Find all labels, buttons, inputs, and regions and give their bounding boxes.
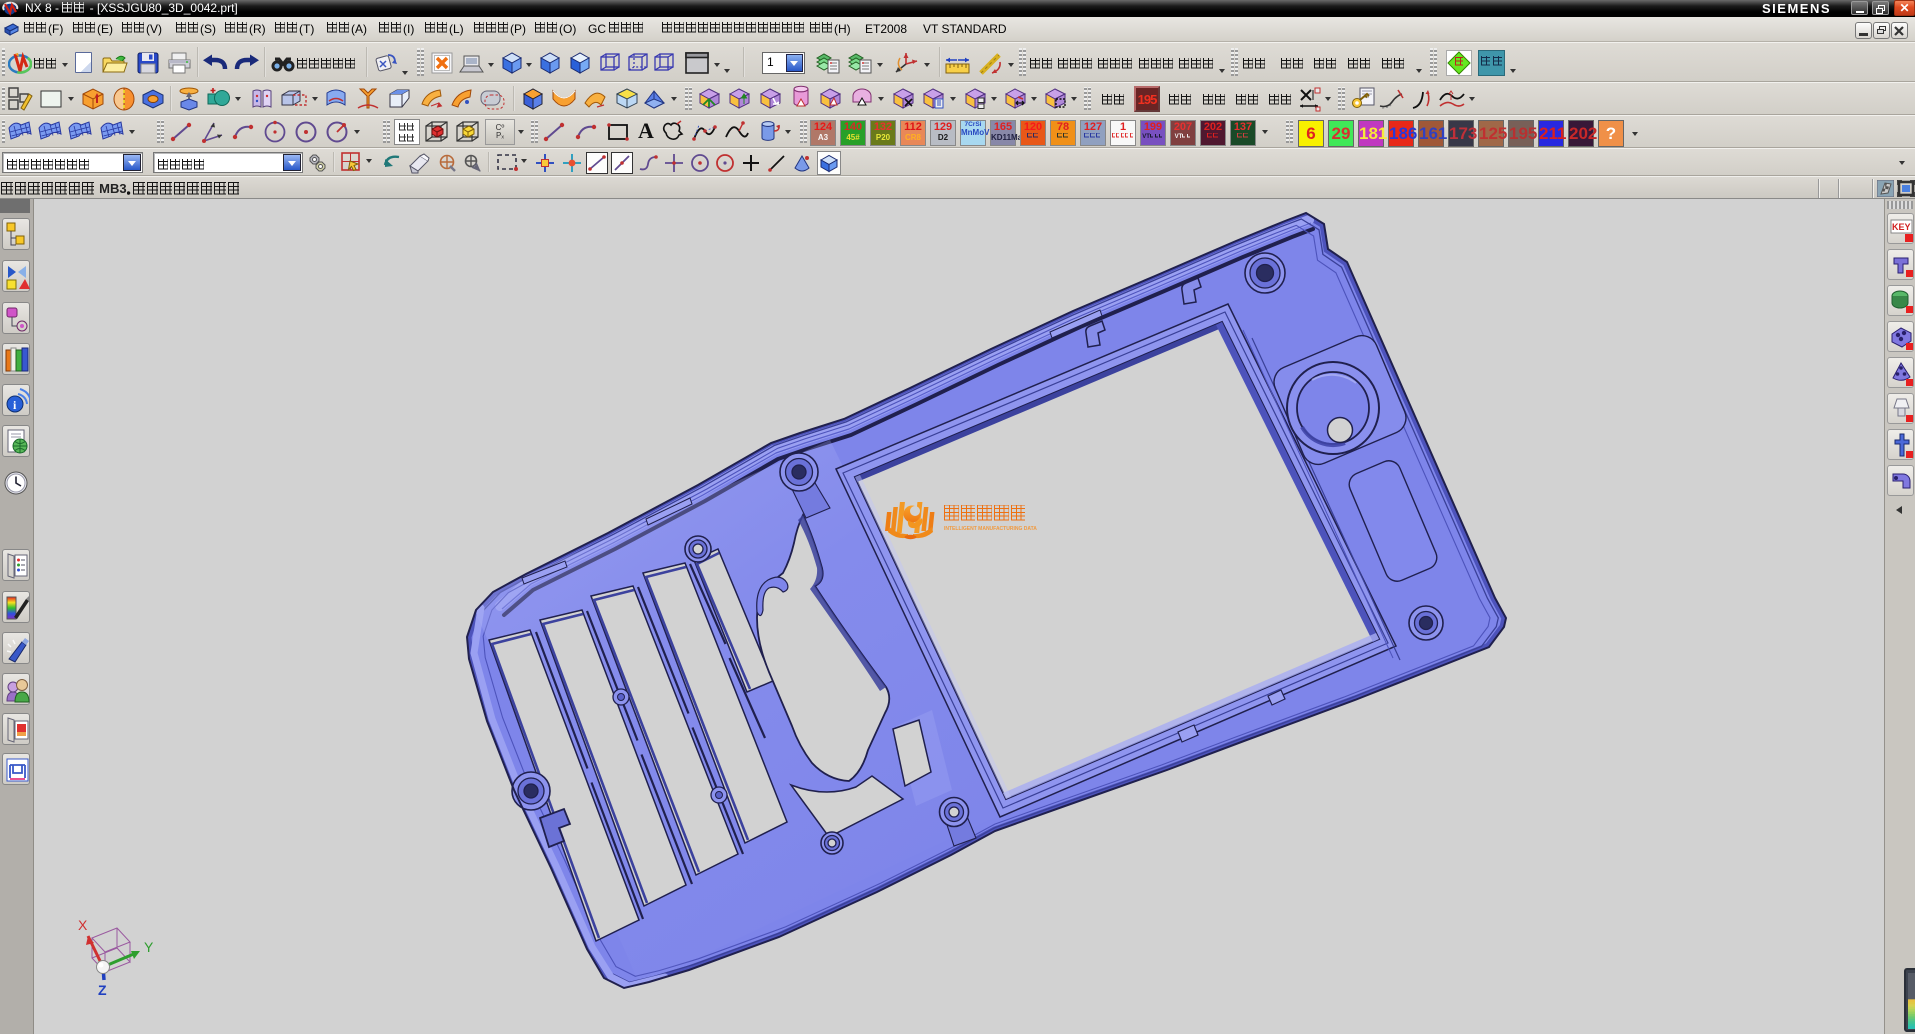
svg-text:Z: Z xyxy=(98,982,107,998)
svg-text:Y: Y xyxy=(144,939,154,955)
svg-text:KEY: KEY xyxy=(1892,222,1911,232)
svg-text:X: X xyxy=(78,917,88,933)
